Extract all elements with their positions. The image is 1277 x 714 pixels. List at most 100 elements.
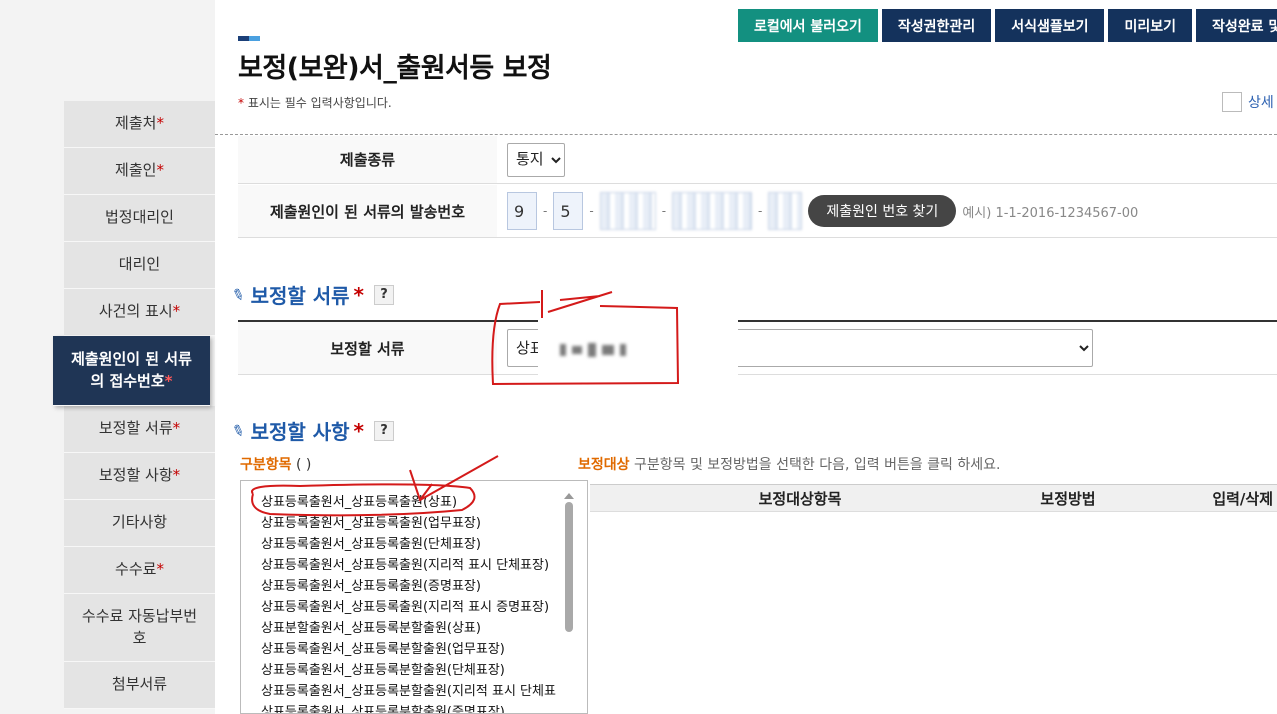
scrollbar[interactable] [564, 493, 574, 713]
dispatch-part-3-input[interactable] [599, 192, 656, 230]
required-star: * [172, 466, 181, 485]
dispatch-part-4-input[interactable] [672, 192, 753, 230]
list-item[interactable]: 상표등록출원서_상표등록분할출원(증명표장) [241, 702, 587, 713]
sample-button[interactable]: 서식샘플보기 [995, 9, 1105, 42]
required-star: * [353, 282, 365, 307]
required-star: * [172, 302, 181, 321]
pencil-icon: ✎ [229, 283, 248, 306]
list-item[interactable]: 상표등록출원서_상표등록분할출원(단체표장) [241, 660, 587, 681]
sidebar-item-case-indication[interactable]: 사건의 표시 * [64, 289, 215, 336]
sidebar-item-label: 법정대리인 [104, 208, 174, 227]
sidebar-item-label: 의 접수번호 [90, 371, 165, 390]
category-listbox[interactable]: 상표등록출원서_상표등록출원(상표) 상표등록출원서_상표등록출원(업무표장) … [240, 480, 588, 714]
help-icon[interactable]: ? [374, 420, 395, 441]
sidebar-item-label: 보정할 사항 [98, 466, 173, 485]
submit-type-field: 통지 [497, 136, 565, 183]
category-label: 구분항목 ( ) [240, 454, 311, 474]
sidebar-item-label: 제출처 [115, 114, 157, 133]
required-star: * [156, 161, 164, 180]
sidebar-item-label: 기타사항 [111, 513, 168, 532]
load-local-button[interactable]: 로컬에서 불러오기 [738, 9, 878, 42]
list-item[interactable]: 상표분할출원서_상표등록분할출원(상표) [241, 618, 587, 639]
required-note: * 표시는 필수 입력사항입니다. [238, 94, 392, 111]
sidebar-item-label: 제출인 [115, 161, 157, 180]
category-count: ( ) [291, 457, 312, 473]
list-item[interactable]: 상표등록출원서_상표등록분할출원(지리적 표시 단체표 [241, 681, 587, 702]
redacted-area [538, 300, 738, 378]
pencil-icon: ✎ [229, 419, 248, 442]
list-item[interactable]: 상표등록출원서_상표등록출원(상표) [241, 492, 587, 513]
required-note-text: 표시는 필수 입력사항입니다. [244, 96, 392, 110]
sidebar-item-label: 제출원인이 된 서류 [71, 349, 192, 368]
separator: - [589, 204, 594, 218]
sidebar-item-auto-pay-number[interactable]: 수수료 자동납부번호 [64, 594, 215, 662]
dispatch-part-5-input[interactable] [768, 192, 803, 230]
dispatch-part-1-input[interactable]: 9 [507, 192, 537, 230]
required-star: * [164, 371, 173, 390]
title-decoration [238, 36, 260, 41]
sidebar-item-label: 대리인 [118, 255, 161, 274]
sidebar-item-attachments[interactable]: 첨부서류 [64, 662, 215, 709]
amend-table-header: 보정대상항목 보정방법 입력/삭제 [590, 484, 1277, 512]
sidebar-item-label: 수수료 자동납부번 [81, 606, 198, 625]
scroll-up-icon[interactable] [564, 493, 574, 499]
list-item[interactable]: 상표등록출원서_상표등록출원(지리적 표시 증명표장) [241, 597, 587, 618]
detail-toggle[interactable]: 상세 [1222, 92, 1274, 112]
scroll-thumb[interactable] [564, 502, 573, 632]
guide-prefix: 보정대상 [578, 457, 630, 473]
sidebar-item-agent[interactable]: 대리인 [64, 242, 215, 289]
sidebar-item-docs-to-amend[interactable]: 보정할 서류 * [64, 406, 215, 453]
list-item[interactable]: 상표등록출원서_상표등록출원(업무표장) [241, 513, 587, 534]
list-item[interactable]: 상표등록출원서_상표등록출원(증명표장) [241, 576, 587, 597]
toolbar: 로컬에서 불러오기 작성권한관리 서식샘플보기 미리보기 작성완료 및 [738, 9, 1277, 42]
submit-type-row: 제출종류 통지 [238, 136, 1277, 184]
dispatch-number-field: 9 - 5 - - - 제출원인 번호 찾기 예시) 1-1-2016-1234… [497, 185, 1138, 237]
preview-button[interactable]: 미리보기 [1108, 9, 1193, 42]
permission-button[interactable]: 작성권한관리 [881, 9, 992, 42]
sidebar-item-legal-representative[interactable]: 법정대리인 [64, 195, 215, 242]
list-item[interactable]: 상표등록출원서_상표등록출원(단체표장) [241, 534, 587, 555]
dispatch-number-label: 제출원인이 된 서류의 발송번호 [238, 185, 497, 237]
category-label-text: 구분항목 [240, 457, 292, 473]
docs-to-amend-label: 보정할 서류 [238, 322, 497, 374]
docs-to-amend-row: 보정할 서류 상표 [238, 322, 1277, 375]
sidebar-item-label: 수수료 [115, 560, 157, 579]
sidebar-item-label: 첨부서류 [111, 675, 168, 694]
required-star: * [156, 560, 164, 579]
submit-type-select[interactable]: 통지 [507, 142, 565, 177]
sidebar-item-submission-office[interactable]: 제출처 * [64, 101, 215, 148]
column-header-action: 입력/삭제 [1212, 489, 1273, 508]
sidebar-item-label: 호 [132, 628, 147, 647]
complete-button[interactable]: 작성완료 및 [1196, 9, 1277, 42]
sidebar-item-other[interactable]: 기타사항 [64, 500, 215, 547]
required-star: * [172, 419, 181, 438]
separator: - [661, 204, 667, 218]
sidebar-nav: 제출처 * 제출인 * 법정대리인 대리인 사건의 표시 * 제출원인이 된 서류 의 … [53, 101, 215, 709]
column-header-method: 보정방법 [1040, 489, 1096, 508]
sidebar-item-receipt-number[interactable]: 제출원인이 된 서류의 접수번호* [53, 336, 210, 406]
required-star: * [156, 114, 164, 133]
required-star: * [353, 418, 365, 443]
sidebar-item-label: 사건의 표시 [98, 302, 173, 321]
submit-type-label: 제출종류 [238, 136, 497, 183]
detail-label: 상세 [1248, 95, 1274, 111]
checkbox[interactable] [1222, 92, 1242, 112]
section-items-title: ✎ 보정할 사항 * ? [229, 416, 395, 445]
list-item[interactable]: 상표등록출원서_상표등록분할출원(업무표장) [241, 639, 587, 660]
section-docs-title: ✎ 보정할 서류 * ? [229, 280, 395, 309]
list-item[interactable]: 상표등록출원서_상표등록출원(지리적 표시 단체표장) [241, 555, 587, 576]
dispatch-number-row: 제출원인이 된 서류의 발송번호 9 - 5 - - - 제출원인 번호 찾기 … [238, 185, 1277, 238]
example-text: 예시) 1-1-2016-1234567-00 [962, 205, 1139, 221]
sidebar-item-items-to-amend[interactable]: 보정할 사항 * [64, 453, 215, 500]
find-receipt-number-button[interactable]: 제출원인 번호 찾기 [808, 195, 957, 227]
sidebar-item-label: 보정할 서류 [98, 419, 173, 438]
guide-body: 구분항목 및 보정방법을 선택한 다음, 입력 버튼을 클릭 하세요. [629, 457, 1001, 473]
sidebar-item-submitter[interactable]: 제출인 * [64, 148, 215, 195]
section-title-text: 보정할 서류 [250, 284, 350, 308]
separator: - [543, 204, 548, 218]
dispatch-part-2-input[interactable]: 5 [553, 192, 584, 230]
column-header-target: 보정대상항목 [758, 489, 842, 508]
sidebar-item-fee[interactable]: 수수료 * [64, 547, 215, 594]
section-title-text: 보정할 사항 [250, 420, 350, 444]
help-icon[interactable]: ? [374, 284, 395, 305]
